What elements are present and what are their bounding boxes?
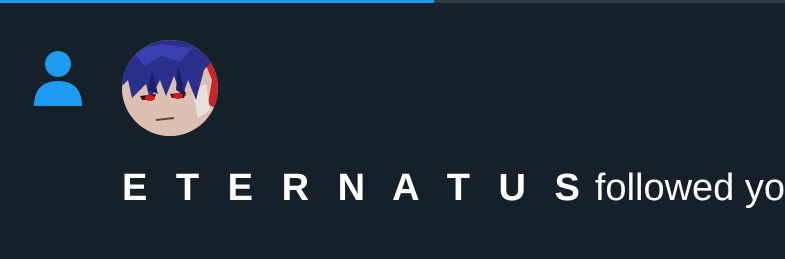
loading-progress-bar [0, 0, 785, 3]
loading-progress-fill [0, 0, 435, 3]
avatar[interactable] [122, 40, 218, 136]
avatar-image [122, 40, 218, 136]
notification-message: E T E R N A T U S followed you [122, 160, 785, 216]
person-icon [34, 51, 82, 106]
notification-action-text: followed you [594, 166, 785, 209]
follow-notification[interactable]: E T E R N A T U S followed you [0, 0, 785, 259]
follower-display-name[interactable]: E T E R N A T U S [122, 167, 589, 210]
